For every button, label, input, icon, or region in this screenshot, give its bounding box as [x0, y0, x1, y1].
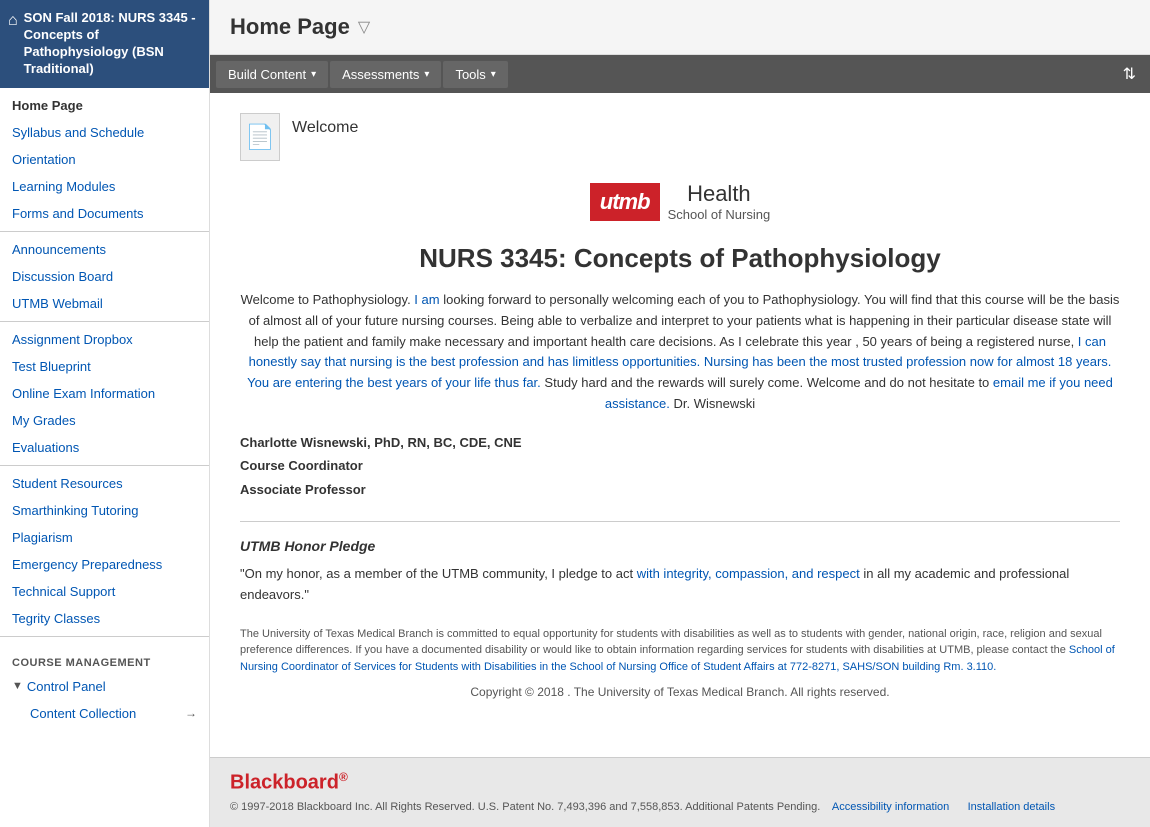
- utmb-box-text: utmb: [590, 183, 660, 221]
- accessibility-info-link[interactable]: Accessibility information: [832, 801, 949, 813]
- sidebar-item-homepage[interactable]: Home Page: [0, 92, 209, 119]
- welcome-body-text: Welcome to Pathophysiology. I am looking…: [240, 290, 1120, 415]
- page-header: Home Page ▽: [210, 0, 1150, 55]
- course-title-heading: NURS 3345: Concepts of Pathophysiology: [240, 243, 1120, 274]
- bb-trademark: ®: [339, 770, 348, 784]
- tools-button[interactable]: Tools ▾: [443, 61, 507, 88]
- intro-link1[interactable]: I am: [414, 292, 439, 307]
- page-title-dropdown-icon[interactable]: ▽: [358, 17, 370, 37]
- sort-button[interactable]: ⇅: [1115, 60, 1144, 88]
- sidebar-item-syllabus[interactable]: Syllabus and Schedule: [0, 119, 209, 146]
- sidebar-item-technical-support[interactable]: Technical Support: [0, 578, 209, 605]
- integrity-link[interactable]: with integrity, compassion, and respect: [637, 566, 860, 581]
- toolbar: Build Content ▾ Assessments ▾ Tools ▾ ⇅: [210, 55, 1150, 93]
- sidebar-course-title: SON Fall 2018: NURS 3345 - Concepts of P…: [24, 10, 201, 78]
- arrow-right-icon: →: [185, 706, 197, 720]
- copyright-text: Copyright © 2018 . The University of Tex…: [240, 685, 1120, 699]
- sidebar-item-smarthinking[interactable]: Smarthinking Tutoring: [0, 497, 209, 524]
- sidebar-item-my-grades[interactable]: My Grades: [0, 407, 209, 434]
- collapse-icon: ▼: [12, 680, 23, 692]
- sidebar-header: ⌂ SON Fall 2018: NURS 3345 - Concepts of…: [0, 0, 209, 88]
- honor-pledge-title: UTMB Honor Pledge: [240, 538, 1120, 554]
- sidebar-section-assessments: Assignment Dropbox Test Blueprint Online…: [0, 322, 209, 466]
- sidebar-item-plagiarism[interactable]: Plagiarism: [0, 524, 209, 551]
- sidebar-item-tegrity-classes[interactable]: Tegrity Classes: [0, 605, 209, 632]
- utmb-school-text: School of Nursing: [668, 207, 771, 223]
- sidebar-item-control-panel[interactable]: ▼ Control Panel: [0, 673, 209, 700]
- control-panel-label: Control Panel: [27, 679, 106, 694]
- sidebar-section-communication: Announcements Discussion Board UTMB Webm…: [0, 232, 209, 322]
- build-content-button[interactable]: Build Content ▾: [216, 61, 328, 88]
- sidebar-item-forms-documents[interactable]: Forms and Documents: [0, 200, 209, 227]
- sidebar-course-management: COURSE MANAGEMENT ▼ Control Panel Conten…: [0, 637, 209, 727]
- assessments-label: Assessments: [342, 67, 419, 82]
- sidebar-item-online-exam-info[interactable]: Online Exam Information: [0, 380, 209, 407]
- page-title: Home Page: [230, 14, 350, 40]
- sidebar-section-resources: Student Resources Smarthinking Tutoring …: [0, 466, 209, 637]
- sidebar-section-main: Home Page Syllabus and Schedule Orientat…: [0, 88, 209, 232]
- assessments-button[interactable]: Assessments ▾: [330, 61, 441, 88]
- sidebar-item-announcements[interactable]: Announcements: [0, 236, 209, 263]
- sidebar-item-utmb-webmail[interactable]: UTMB Webmail: [0, 290, 209, 317]
- tools-label: Tools: [455, 67, 485, 82]
- welcome-item: 📄 Welcome: [240, 113, 1120, 161]
- bb-footer-copyright: © 1997-2018 Blackboard Inc. All Rights R…: [230, 799, 1130, 816]
- email-link[interactable]: email me if you need assistance.: [605, 375, 1113, 411]
- assessments-chevron: ▾: [424, 69, 429, 80]
- sidebar-item-student-resources[interactable]: Student Resources: [0, 470, 209, 497]
- utmb-health-text: Health: [668, 181, 771, 207]
- blackboard-logo: Blackboard®: [230, 770, 1130, 795]
- content-collection-label: Content Collection: [30, 706, 136, 721]
- document-icon: 📄: [240, 113, 280, 161]
- course-management-label: COURSE MANAGEMENT: [0, 647, 209, 673]
- sidebar-item-orientation[interactable]: Orientation: [0, 146, 209, 173]
- section-divider: [240, 521, 1120, 522]
- bb-logo-text: Blackboard: [230, 772, 339, 794]
- son-link[interactable]: School of Nursing Coordinator of Service…: [240, 644, 1115, 673]
- sidebar-item-assignment-dropbox[interactable]: Assignment Dropbox: [0, 326, 209, 353]
- tools-chevron: ▾: [491, 69, 496, 80]
- build-content-label: Build Content: [228, 67, 306, 82]
- honor-pledge-text: "On my honor, as a member of the UTMB co…: [240, 564, 1120, 606]
- instructor-name: Charlotte Wisnewski, PhD, RN, BC, CDE, C…: [240, 431, 1120, 454]
- welcome-title: Welcome: [292, 113, 358, 137]
- sidebar-item-evaluations[interactable]: Evaluations: [0, 434, 209, 461]
- build-content-chevron: ▾: [311, 69, 316, 80]
- main-footer: Blackboard® © 1997-2018 Blackboard Inc. …: [210, 757, 1150, 827]
- sidebar-item-learning-modules[interactable]: Learning Modules: [0, 173, 209, 200]
- instructor-role: Course Coordinator: [240, 454, 1120, 477]
- installation-details-link[interactable]: Installation details: [968, 801, 1055, 813]
- instructor-info: Charlotte Wisnewski, PhD, RN, BC, CDE, C…: [240, 431, 1120, 501]
- logo-container: utmb Health School of Nursing: [240, 181, 1120, 223]
- utmb-text-right: Health School of Nursing: [668, 181, 771, 223]
- instructor-title: Associate Professor: [240, 478, 1120, 501]
- home-icon: ⌂: [8, 12, 18, 30]
- bb-copyright-text: © 1997-2018 Blackboard Inc. All Rights R…: [230, 801, 820, 813]
- main-content: Home Page ▽ Build Content ▾ Assessments …: [210, 0, 1150, 827]
- sidebar-item-emergency-preparedness[interactable]: Emergency Preparedness: [0, 551, 209, 578]
- content-area: 📄 Welcome utmb Health School of Nursing …: [210, 93, 1150, 757]
- utmb-logo: utmb Health School of Nursing: [590, 181, 770, 223]
- intro-link2[interactable]: I can honestly say that nursing is the b…: [247, 334, 1111, 391]
- sidebar-item-test-blueprint[interactable]: Test Blueprint: [0, 353, 209, 380]
- sidebar-item-discussion-board[interactable]: Discussion Board: [0, 263, 209, 290]
- accessibility-text: The University of Texas Medical Branch i…: [240, 626, 1120, 676]
- sidebar: ⌂ SON Fall 2018: NURS 3345 - Concepts of…: [0, 0, 210, 827]
- sidebar-item-content-collection[interactable]: Content Collection →: [0, 700, 209, 727]
